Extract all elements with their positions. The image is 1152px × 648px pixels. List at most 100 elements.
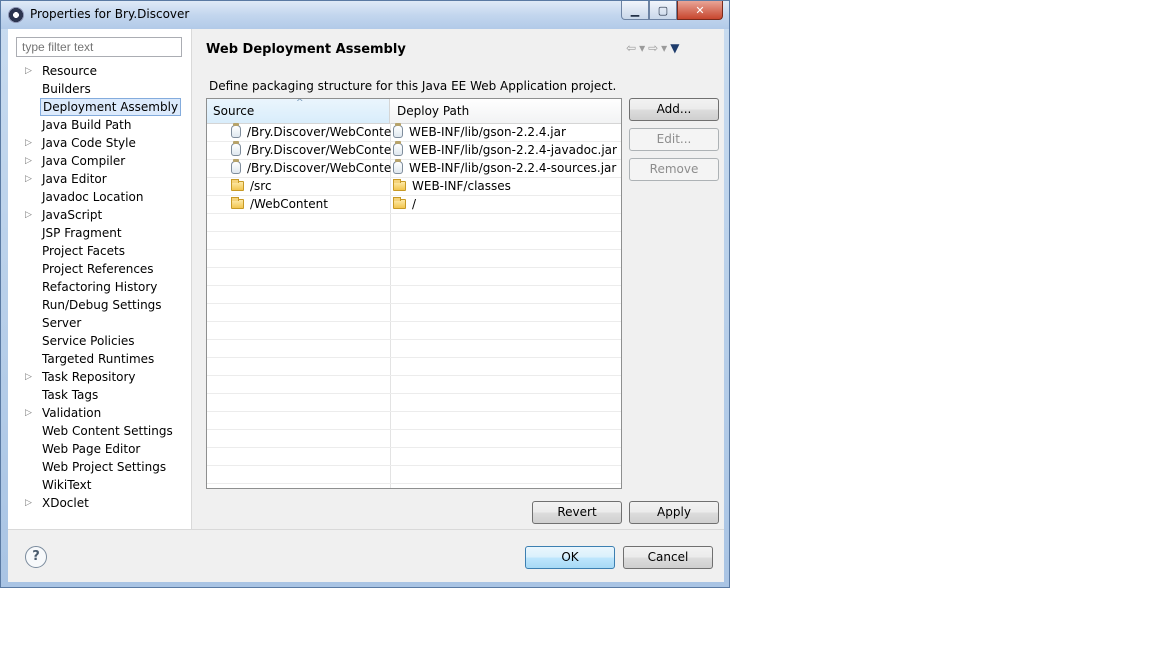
dialog-body: ▷ Resource Builders Deployment Assembly Java…	[8, 29, 724, 582]
table-row	[207, 285, 621, 304]
table-row	[207, 231, 621, 250]
table-row	[207, 375, 621, 394]
sidebar-item-label: Java Code Style	[42, 136, 136, 150]
maximize-button[interactable]: ▢	[649, 1, 677, 20]
table-row	[207, 303, 621, 322]
forward-arrow-icon[interactable]: ⇨	[648, 41, 658, 55]
jar-icon	[231, 123, 241, 138]
table-header: ^ Source Deploy Path	[207, 99, 621, 124]
source-text: /WebContent	[250, 197, 328, 211]
table-row[interactable]: /Bry.Discover/WebConten WEB-INF/lib/gson-…	[207, 159, 621, 178]
help-icon[interactable]: ?	[25, 546, 47, 568]
sidebar-item-label: Builders	[42, 82, 91, 96]
source-text: /Bry.Discover/WebConten	[247, 125, 391, 139]
sidebar-item-label: Java Compiler	[42, 154, 126, 168]
back-dropdown-icon[interactable]: ▾	[639, 41, 645, 55]
minimize-button[interactable]: ▁	[621, 1, 649, 20]
cancel-button[interactable]: Cancel	[623, 546, 713, 569]
edit-button[interactable]: Edit...	[629, 128, 719, 151]
jar-icon	[231, 159, 241, 174]
close-button[interactable]: ✕	[677, 1, 723, 20]
expand-arrow-icon[interactable]: ▷	[25, 152, 32, 170]
sidebar-item-label: Service Policies	[42, 334, 135, 348]
source-text: /src	[250, 179, 272, 193]
edit-button-label: Edit...	[656, 132, 692, 146]
source-cell: /Bry.Discover/WebConten	[231, 141, 391, 159]
sidebar-item-label: Javadoc Location	[42, 190, 144, 204]
properties-sidebar: ▷ Resource Builders Deployment Assembly Java…	[8, 29, 192, 529]
expand-arrow-icon[interactable]: ▷	[25, 404, 32, 422]
source-text: /Bry.Discover/WebConten	[247, 143, 391, 157]
deploy-path-column-header[interactable]: Deploy Path	[391, 99, 621, 123]
sidebar-item-label: JavaScript	[42, 208, 103, 222]
sidebar-item-label: Server	[42, 316, 82, 330]
revert-button-label: Revert	[557, 505, 597, 519]
title-bar: Properties for Bry.Discover ▁ ▢ ✕	[1, 1, 729, 29]
add-button-label: Add...	[656, 102, 692, 116]
sidebar-item-label: Java Editor	[42, 172, 107, 186]
deploy-path-cell: WEB-INF/lib/gson-2.2.4-javadoc.jar	[393, 141, 619, 159]
page-description: Define packaging structure for this Java…	[209, 79, 617, 93]
expand-arrow-icon[interactable]: ▷	[25, 494, 32, 512]
sidebar-item-label: Targeted Runtimes	[42, 352, 155, 366]
deploy-path-text: WEB-INF/lib/gson-2.2.4.jar	[409, 125, 566, 139]
view-menu-icon[interactable]: ▼	[670, 41, 679, 55]
table-row	[207, 213, 621, 232]
apply-button[interactable]: Apply	[629, 501, 719, 524]
table-row	[207, 267, 621, 286]
table-row	[207, 249, 621, 268]
expand-arrow-icon[interactable]: ▷	[25, 62, 32, 80]
expand-arrow-icon[interactable]: ▷	[25, 368, 32, 386]
remove-button-label: Remove	[649, 162, 699, 176]
add-button[interactable]: Add...	[629, 98, 719, 121]
deploy-path-cell: WEB-INF/lib/gson-2.2.4-sources.jar	[393, 159, 619, 177]
deployment-table: ^ Source Deploy Path /Bry.Discover/WebCo…	[206, 98, 622, 489]
table-row	[207, 429, 621, 448]
sidebar-item-label: WikiText	[42, 478, 92, 492]
folder-icon	[231, 179, 244, 191]
table-row[interactable]: /WebContent /	[207, 195, 621, 214]
forward-dropdown-icon[interactable]: ▾	[661, 41, 667, 55]
expand-arrow-icon[interactable]: ▷	[25, 134, 32, 152]
expand-arrow-icon[interactable]: ▷	[25, 206, 32, 224]
folder-icon	[231, 197, 244, 209]
table-row[interactable]: /Bry.Discover/WebConten WEB-INF/lib/gson-…	[207, 123, 621, 142]
deploy-path-cell: WEB-INF/classes	[393, 177, 619, 195]
table-row[interactable]: /Bry.Discover/WebConten WEB-INF/lib/gson-…	[207, 141, 621, 160]
sidebar-item-label: Project Facets	[42, 244, 125, 258]
ok-button-label: OK	[561, 550, 579, 564]
properties-dialog: Properties for Bry.Discover ▁ ▢ ✕ ▷ Resou…	[0, 0, 730, 588]
sidebar-item-label: Run/Debug Settings	[42, 298, 162, 312]
minimize-icon: ▁	[630, 3, 640, 17]
sidebar-item-label: JSP Fragment	[42, 226, 122, 240]
window-controls: ▁ ▢ ✕	[621, 1, 723, 20]
folder-icon	[393, 179, 406, 191]
window-title: Properties for Bry.Discover	[30, 7, 190, 21]
sidebar-item-label: Web Page Editor	[42, 442, 141, 456]
filter-input[interactable]	[16, 37, 182, 57]
expand-arrow-icon[interactable]: ▷	[25, 170, 32, 188]
eclipse-icon	[8, 7, 24, 23]
sort-ascending-icon: ^	[296, 98, 304, 108]
source-column-header[interactable]: ^ Source	[207, 99, 390, 123]
jar-icon	[393, 141, 403, 156]
maximize-icon: ▢	[657, 3, 669, 17]
source-column-label: Source	[213, 104, 255, 118]
table-row[interactable]: /src WEB-INF/classes	[207, 177, 621, 196]
sidebar-item-label: Task Repository	[42, 370, 136, 384]
deploy-path-cell: /	[393, 195, 619, 213]
close-icon: ✕	[695, 3, 705, 17]
deploy-path-text: /	[412, 197, 417, 211]
sidebar-item-label: Java Build Path	[42, 118, 132, 132]
sidebar-item-label: Resource	[42, 64, 98, 78]
remove-button[interactable]: Remove	[629, 158, 719, 181]
revert-button[interactable]: Revert	[532, 501, 622, 524]
sidebar-item-label: Web Content Settings	[42, 424, 173, 438]
sidebar-item-label: Validation	[42, 406, 102, 420]
deploy-path-cell: WEB-INF/lib/gson-2.2.4.jar	[393, 123, 619, 141]
table-row	[207, 465, 621, 484]
footer-divider	[8, 529, 724, 530]
ok-button[interactable]: OK	[525, 546, 615, 569]
back-arrow-icon[interactable]: ⇦	[626, 41, 636, 55]
source-text: /Bry.Discover/WebConten	[247, 161, 391, 175]
